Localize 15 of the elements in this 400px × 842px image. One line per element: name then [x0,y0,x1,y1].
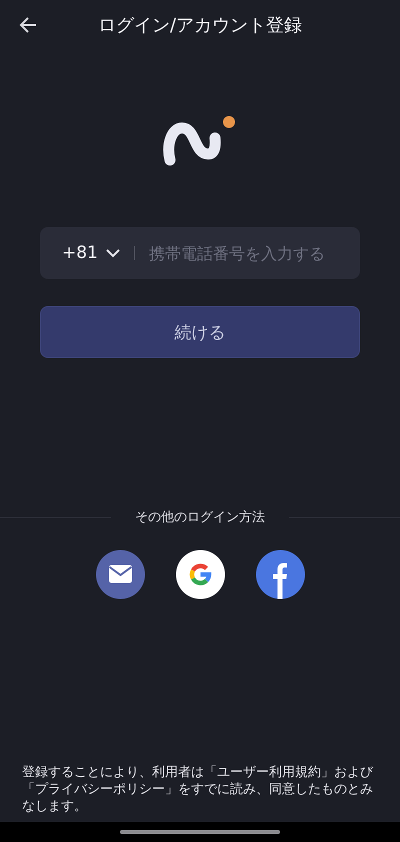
google-login-button[interactable] [176,550,224,599]
country-code-dropdown[interactable]: +81 [62,243,120,263]
phone-field[interactable]: +81 携帯電話番号を入力する [40,227,360,279]
envelope-icon [96,550,144,599]
google-icon [176,550,224,599]
back-button[interactable] [18,15,38,35]
logo-icon [162,114,238,166]
facebook-icon [256,550,304,599]
page-title: ログイン/アカウント登録 [98,14,302,37]
terms-text: 登録することにより、利用者は「ユーザー利用規約」および「プライバシーポリシー」をすでに読み、同意したものとみなします。 [22,764,374,815]
facebook-login-button[interactable] [256,550,304,599]
other-login-label: その他のログイン方法 [134,509,266,526]
email-login-button[interactable] [96,550,144,599]
continue-button[interactable]: 続ける [40,306,360,358]
chevron-down-icon [106,248,120,258]
